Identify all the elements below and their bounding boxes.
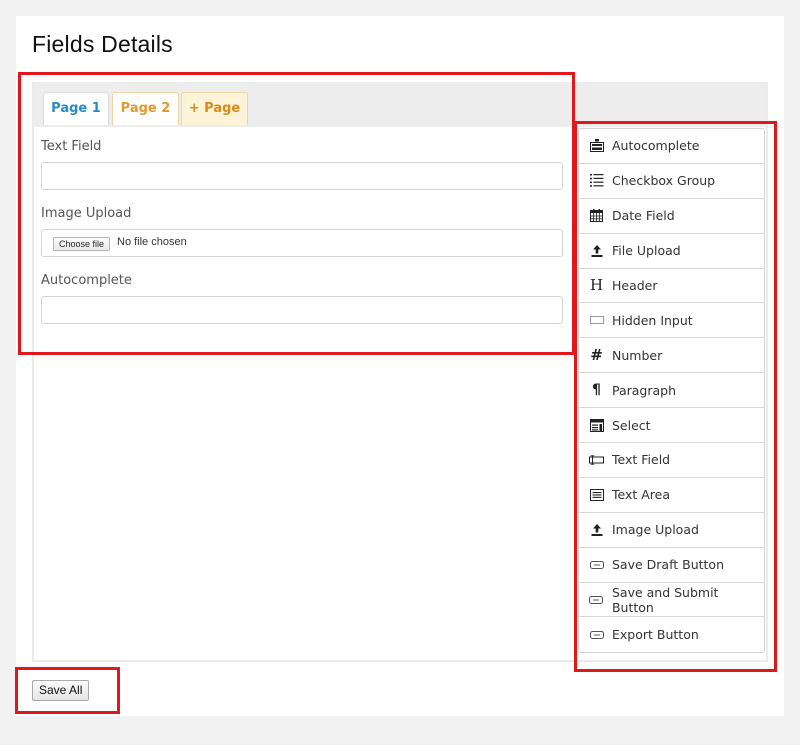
palette-item-label: Checkbox Group (612, 173, 716, 189)
header-h-icon: H (589, 276, 604, 294)
palette-item-label: Text Area (612, 487, 671, 503)
palette-item-hidden-input[interactable]: Hidden Input (579, 303, 764, 339)
palette-item-label: Select (612, 417, 651, 433)
palette-item-text-area[interactable]: Text Area (579, 478, 764, 513)
checklist-icon (589, 173, 604, 188)
upload-icon (589, 243, 604, 258)
autocomplete-icon (589, 138, 604, 153)
text-field-input[interactable] (41, 162, 563, 190)
palette-item-label: File Upload (612, 243, 681, 259)
hash-icon: # (590, 345, 603, 364)
palette-item-label: Text Field (612, 452, 671, 468)
pilcrow-icon: ¶ (592, 381, 601, 398)
button-icon (589, 557, 604, 572)
palette-item-label: Paragraph (612, 382, 677, 398)
image-upload-label: Image Upload (41, 206, 132, 221)
file-status-text: No file chosen (117, 236, 187, 248)
page-title: Fields Details (32, 31, 173, 57)
calendar-icon (589, 208, 604, 223)
palette-item-label: Save Draft Button (612, 557, 725, 573)
palette-item-save-submit-button[interactable]: Save and Submit Button (579, 583, 764, 618)
palette-item-label: Number (612, 347, 663, 363)
palette-item-image-upload[interactable]: Image Upload (579, 513, 764, 548)
palette-item-label: Date Field (612, 208, 675, 224)
hidden-input-icon (589, 313, 604, 328)
palette-item-file-upload[interactable]: File Upload (579, 234, 764, 269)
palette-item-label: Header (612, 278, 658, 293)
palette-item-autocomplete[interactable]: Autocomplete (579, 129, 764, 164)
palette-item-paragraph[interactable]: ¶ Paragraph (579, 373, 764, 409)
palette-item-label: Save and Submit Button (611, 584, 719, 615)
palette-item-label: Autocomplete (612, 138, 700, 154)
tab-page-1[interactable]: Page 1 (43, 92, 109, 125)
palette-item-date-field[interactable]: Date Field (579, 199, 764, 234)
palette-item-select[interactable]: Select (579, 408, 764, 444)
palette-item-label: Export Button (612, 627, 699, 643)
tab-page-2[interactable]: Page 2 (112, 92, 179, 125)
save-all-button[interactable]: Save All (32, 680, 90, 701)
palette-item-number[interactable]: # Number (579, 338, 764, 374)
page-tabs: Page 1 Page 2 + Page (35, 82, 572, 125)
field-palette: Autocomplete Checkbox Group Date Field F… (578, 128, 765, 654)
text-area-icon (589, 487, 604, 502)
select-icon (589, 418, 604, 433)
palette-item-header[interactable]: H Header (579, 269, 764, 304)
palette-item-label: Image Upload (612, 522, 699, 538)
upload-icon (589, 522, 604, 537)
form-panel: Page 1 Page 2 + Page Text Field Image Up… (35, 82, 572, 352)
autocomplete-label: Autocomplete (41, 273, 132, 288)
palette-item-save-draft-button[interactable]: Save Draft Button (579, 548, 764, 583)
text-field-icon (589, 452, 604, 467)
palette-item-checkbox-group[interactable]: Checkbox Group (579, 164, 764, 199)
button-icon (589, 592, 604, 607)
button-icon (589, 627, 604, 642)
text-field-label: Text Field (41, 139, 102, 154)
palette-item-export-button[interactable]: Export Button (579, 617, 764, 652)
palette-item-text-field[interactable]: Text Field (579, 443, 764, 478)
choose-file-button[interactable]: Choose file (53, 237, 111, 251)
image-upload-field: Choose file No file chosen (41, 229, 563, 257)
add-page-tab[interactable]: + Page (181, 92, 248, 125)
autocomplete-input[interactable] (41, 296, 563, 324)
palette-item-label: Hidden Input (612, 312, 693, 328)
